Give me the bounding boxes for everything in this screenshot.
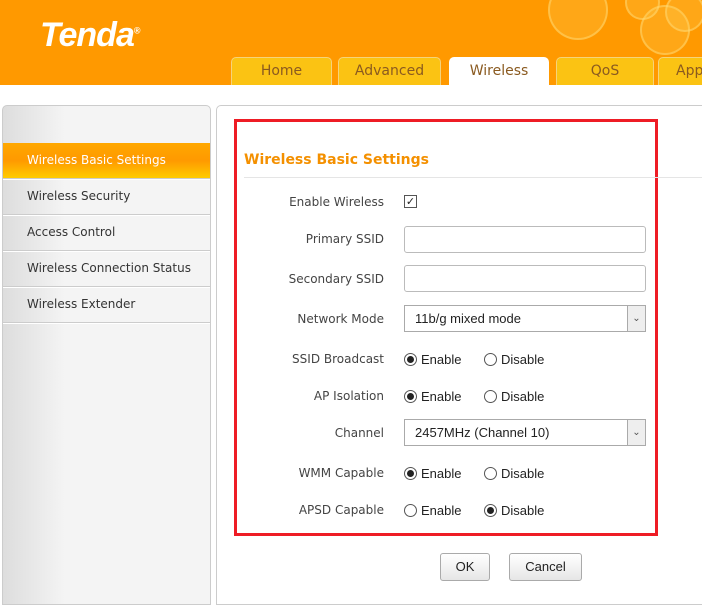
ap-isolation-label: AP Isolation <box>313 389 384 403</box>
radio-label: Enable <box>421 503 462 518</box>
wmm-label: WMM Capable <box>298 466 384 480</box>
tab-advanced[interactable]: Advanced <box>338 57 441 85</box>
radio-unselected-icon <box>484 353 497 366</box>
primary-ssid-input[interactable] <box>404 226 646 253</box>
secondary-ssid-label: Secondary SSID <box>288 272 384 286</box>
tab-qos[interactable]: QoS <box>556 57 654 85</box>
ok-button[interactable]: OK <box>440 553 490 581</box>
apsd-disable-radio[interactable]: Disable <box>484 503 544 518</box>
apsd-label: APSD Capable <box>298 503 384 517</box>
sidebar-item-wireless-extender[interactable]: Wireless Extender <box>3 287 210 323</box>
radio-unselected-icon <box>404 504 417 517</box>
sidebar: Wireless Basic Settings Wireless Securit… <box>2 105 211 605</box>
radio-label: Enable <box>421 389 462 404</box>
radio-label: Disable <box>501 352 545 367</box>
apsd-enable-radio[interactable]: Enable <box>404 503 461 518</box>
tab-wireless[interactable]: Wireless <box>449 57 549 85</box>
header: Tenda® Home Advanced Wireless QoS App <box>0 0 702 85</box>
tab-app[interactable]: App <box>658 57 702 85</box>
wmm-disable-radio[interactable]: Disable <box>484 466 544 481</box>
radio-label: Enable <box>421 352 462 367</box>
radio-label: Disable <box>501 503 545 518</box>
ap-isolation-disable-radio[interactable]: Disable <box>484 389 544 404</box>
radio-label: Disable <box>501 389 545 404</box>
radio-selected-icon <box>404 390 417 403</box>
primary-ssid-label: Primary SSID <box>305 232 384 246</box>
tab-home[interactable]: Home <box>231 57 332 85</box>
channel-value: 2457MHz (Channel 10) <box>415 425 550 440</box>
channel-label: Channel <box>334 426 384 440</box>
sidebar-item-wireless-basic-settings[interactable]: Wireless Basic Settings <box>3 143 210 179</box>
divider <box>244 177 702 178</box>
radio-selected-icon <box>484 504 497 517</box>
tenda-logo: Tenda® <box>40 16 140 54</box>
sidebar-item-wireless-connection-status[interactable]: Wireless Connection Status <box>3 251 210 287</box>
chevron-down-icon[interactable]: ⌄ <box>627 306 645 331</box>
radio-selected-icon <box>404 353 417 366</box>
secondary-ssid-input[interactable] <box>404 265 646 292</box>
radio-unselected-icon <box>484 390 497 403</box>
network-mode-label: Network Mode <box>297 312 384 326</box>
radio-label: Disable <box>501 466 545 481</box>
enable-wireless-checkbox[interactable]: ✓ <box>404 195 417 208</box>
network-mode-select[interactable]: 11b/g mixed mode ⌄ <box>404 305 646 332</box>
ssid-broadcast-label: SSID Broadcast <box>292 352 384 366</box>
network-mode-value: 11b/g mixed mode <box>415 311 521 326</box>
enable-wireless-label: Enable Wireless <box>289 195 384 209</box>
section-title: Wireless Basic Settings <box>244 152 429 168</box>
chevron-down-icon[interactable]: ⌄ <box>627 420 645 445</box>
channel-select[interactable]: 2457MHz (Channel 10) ⌄ <box>404 419 646 446</box>
radio-unselected-icon <box>484 467 497 480</box>
ap-isolation-enable-radio[interactable]: Enable <box>404 389 461 404</box>
wmm-enable-radio[interactable]: Enable <box>404 466 461 481</box>
ssid-broadcast-enable-radio[interactable]: Enable <box>404 352 461 367</box>
logo-text: Tenda <box>40 16 135 54</box>
ssid-broadcast-disable-radio[interactable]: Disable <box>484 352 544 367</box>
sidebar-item-access-control[interactable]: Access Control <box>3 215 210 251</box>
sidebar-item-wireless-security[interactable]: Wireless Security <box>3 179 210 215</box>
radio-selected-icon <box>404 467 417 480</box>
cancel-button[interactable]: Cancel <box>509 553 582 581</box>
decor-bubble <box>548 0 608 40</box>
radio-label: Enable <box>421 466 462 481</box>
